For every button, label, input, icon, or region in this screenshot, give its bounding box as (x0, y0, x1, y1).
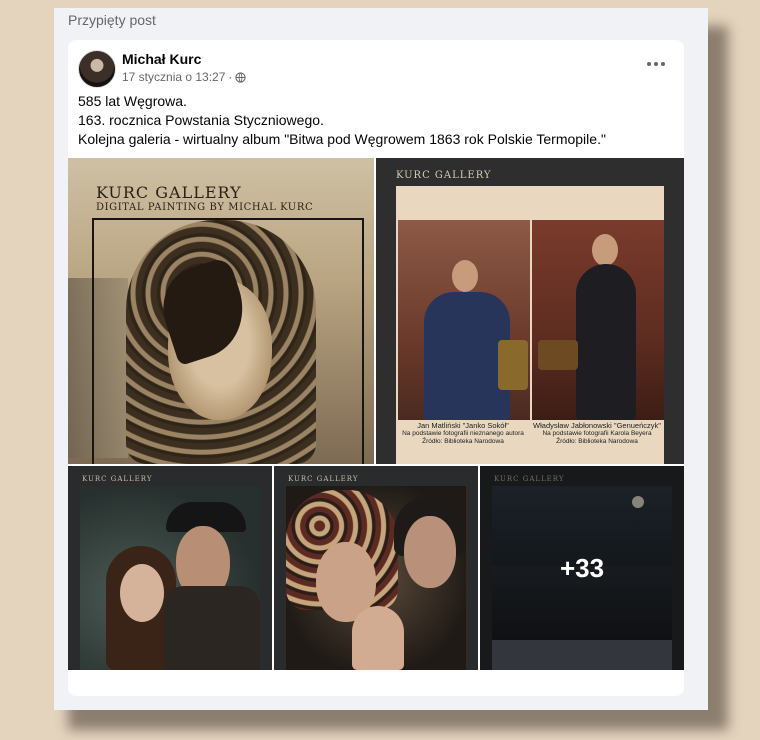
gallery-photo-2[interactable]: KURC GALLERY Jan Matliński "Janko Sokół"… (376, 158, 684, 464)
woman-face (404, 516, 456, 588)
caption-source: Na podstawie fotografii Karola Beyera (542, 430, 652, 437)
painting-women (286, 486, 466, 670)
coat (164, 586, 260, 670)
caption-archive: Źródło: Biblioteka Narodowa (556, 438, 638, 445)
gallery-title: KURC GALLERY (288, 475, 359, 483)
avatar[interactable] (78, 50, 116, 88)
person-head (592, 234, 618, 266)
more-options-button[interactable] (644, 54, 668, 74)
caption-name: Jan Matliński "Janko Sokół" (417, 421, 509, 430)
portrait-left (398, 220, 530, 420)
gallery-title: KURC GALLERY (96, 183, 242, 202)
pinned-label: Przypięty post (68, 12, 156, 28)
globe-icon[interactable] (235, 71, 247, 83)
post-date[interactable]: 17 stycznia o 13:27 (122, 70, 225, 84)
chair (498, 340, 528, 390)
post-meta: 17 stycznia o 13:27 · (122, 70, 247, 84)
post-text: 585 lat Węgrowa. 163. rocznica Powstania… (78, 92, 606, 149)
gallery-title: KURC GALLERY (82, 475, 153, 483)
portrait-board: Jan Matliński "Janko Sokół" Na podstawie… (396, 186, 664, 464)
woman-face (120, 564, 164, 622)
more-photos-count: +33 (559, 552, 605, 583)
gallery-photo-5[interactable]: KURC GALLERY +33 (480, 466, 684, 670)
gallery-photo-1[interactable]: KURC GALLERY DIGITAL PAINTING BY MICHAL … (68, 158, 374, 464)
person-head (452, 260, 478, 292)
gallery-photo-4[interactable]: KURC GALLERY (274, 466, 478, 670)
meta-separator: · (228, 70, 233, 84)
caption-name: Władysław Jabłonowski "Genueńczyk" (533, 421, 661, 430)
praying-hands (352, 606, 404, 670)
table (538, 340, 578, 370)
caption-left: Jan Matliński "Janko Sokół" Na podstawie… (396, 422, 530, 446)
post-line: Kolejna galeria - wirtualny album "Bitwa… (78, 131, 606, 147)
more-photos-overlay[interactable]: +33 (480, 466, 684, 670)
more-horizontal-icon (647, 62, 651, 66)
post-line: 585 lat Węgrowa. (78, 93, 187, 109)
caption-archive: Źródło: Biblioteka Narodowa (422, 438, 504, 445)
caption-right: Władysław Jabłonowski "Genueńczyk" Na po… (530, 422, 664, 446)
caption-source: Na podstawie fotografii nieznanego autor… (402, 430, 524, 437)
gallery-title: KURC GALLERY (396, 170, 492, 181)
post-line: 163. rocznica Powstania Styczniowego. (78, 112, 324, 128)
painting-couple (80, 486, 260, 670)
person-body (576, 264, 636, 420)
gallery-photo-3[interactable]: KURC GALLERY (68, 466, 272, 670)
portrait-right (532, 220, 664, 420)
post-card: Michał Kurc 17 stycznia o 13:27 · 585 la… (68, 40, 684, 696)
author-name[interactable]: Michał Kurc (122, 51, 201, 67)
pinned-post-panel: Przypięty post Michał Kurc 17 stycznia o… (54, 8, 708, 710)
gallery-subtitle: DIGITAL PAINTING BY MICHAL KURC (96, 202, 314, 213)
